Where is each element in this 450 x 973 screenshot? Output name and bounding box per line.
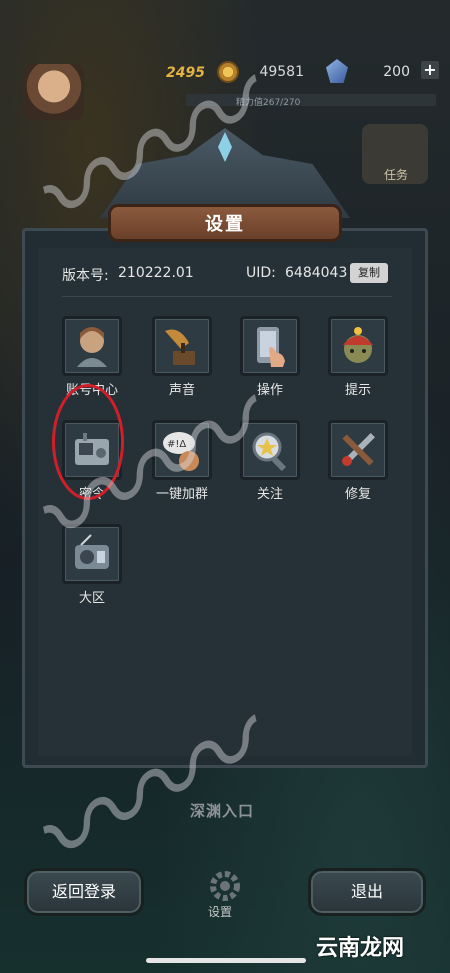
region-label: 大区 <box>78 591 105 606</box>
follow-label: 关注 <box>256 487 283 502</box>
exit-button[interactable]: 退出 <box>308 868 426 916</box>
gramophone-icon <box>165 329 195 365</box>
follow-button[interactable] <box>240 420 300 480</box>
highlight-circle <box>52 384 124 500</box>
repair-button[interactable] <box>328 420 388 480</box>
abyss-entrance-label: 深渊入口 <box>190 802 255 820</box>
settings-label: 设置 <box>208 905 233 919</box>
gem-amount: 200 <box>383 64 410 80</box>
tools-icon <box>342 433 375 466</box>
energy-text: 精力值267/270 <box>236 98 301 108</box>
divider <box>62 296 392 297</box>
energy-bar <box>186 94 436 106</box>
magnifier-star-icon <box>252 432 287 472</box>
controls-button[interactable] <box>240 316 300 376</box>
helmet-icon <box>343 327 373 363</box>
controls-label: 操作 <box>256 383 283 398</box>
chat-bubble-icon: #!Δ <box>163 432 199 471</box>
join-group-button[interactable]: #!Δ <box>152 420 212 480</box>
tips-label: 提示 <box>344 383 371 398</box>
coin-icon <box>217 61 239 83</box>
player-avatar[interactable] <box>24 64 84 120</box>
account-icon <box>77 327 107 367</box>
uid-value: 6484043 <box>285 265 348 281</box>
top-hud: 2495 49581 200 + 精力值267/270 <box>0 50 450 120</box>
gold-amount: 49581 <box>259 64 304 80</box>
corner-watermark: 云南龙网 <box>316 936 405 961</box>
join-group-label: 一键加群 <box>155 487 208 502</box>
home-indicator[interactable] <box>146 958 306 963</box>
back-to-login-button[interactable]: 返回登录 <box>24 868 144 916</box>
sound-label: 声音 <box>168 383 195 398</box>
settings-gear-icon[interactable] <box>200 866 250 906</box>
task-label: 任务 <box>384 168 409 182</box>
level-value: 2495 <box>166 65 205 81</box>
region-button[interactable] <box>62 524 122 584</box>
copy-uid-button[interactable]: 复制 <box>350 263 388 283</box>
phone-tap-icon <box>257 327 285 367</box>
account-center-button[interactable] <box>62 316 122 376</box>
dialog-title: 设置 <box>205 214 245 235</box>
radio-icon <box>75 534 109 569</box>
repair-label: 修复 <box>344 487 371 502</box>
gem-icon <box>326 59 348 83</box>
tips-button[interactable] <box>328 316 388 376</box>
add-gems-button[interactable]: + <box>421 61 439 79</box>
svg-text:#!Δ: #!Δ <box>167 439 186 450</box>
version-label: 版本号: <box>62 268 109 284</box>
version-value: 210222.01 <box>118 265 194 281</box>
sound-button[interactable] <box>152 316 212 376</box>
uid-label: UID: <box>246 265 276 281</box>
